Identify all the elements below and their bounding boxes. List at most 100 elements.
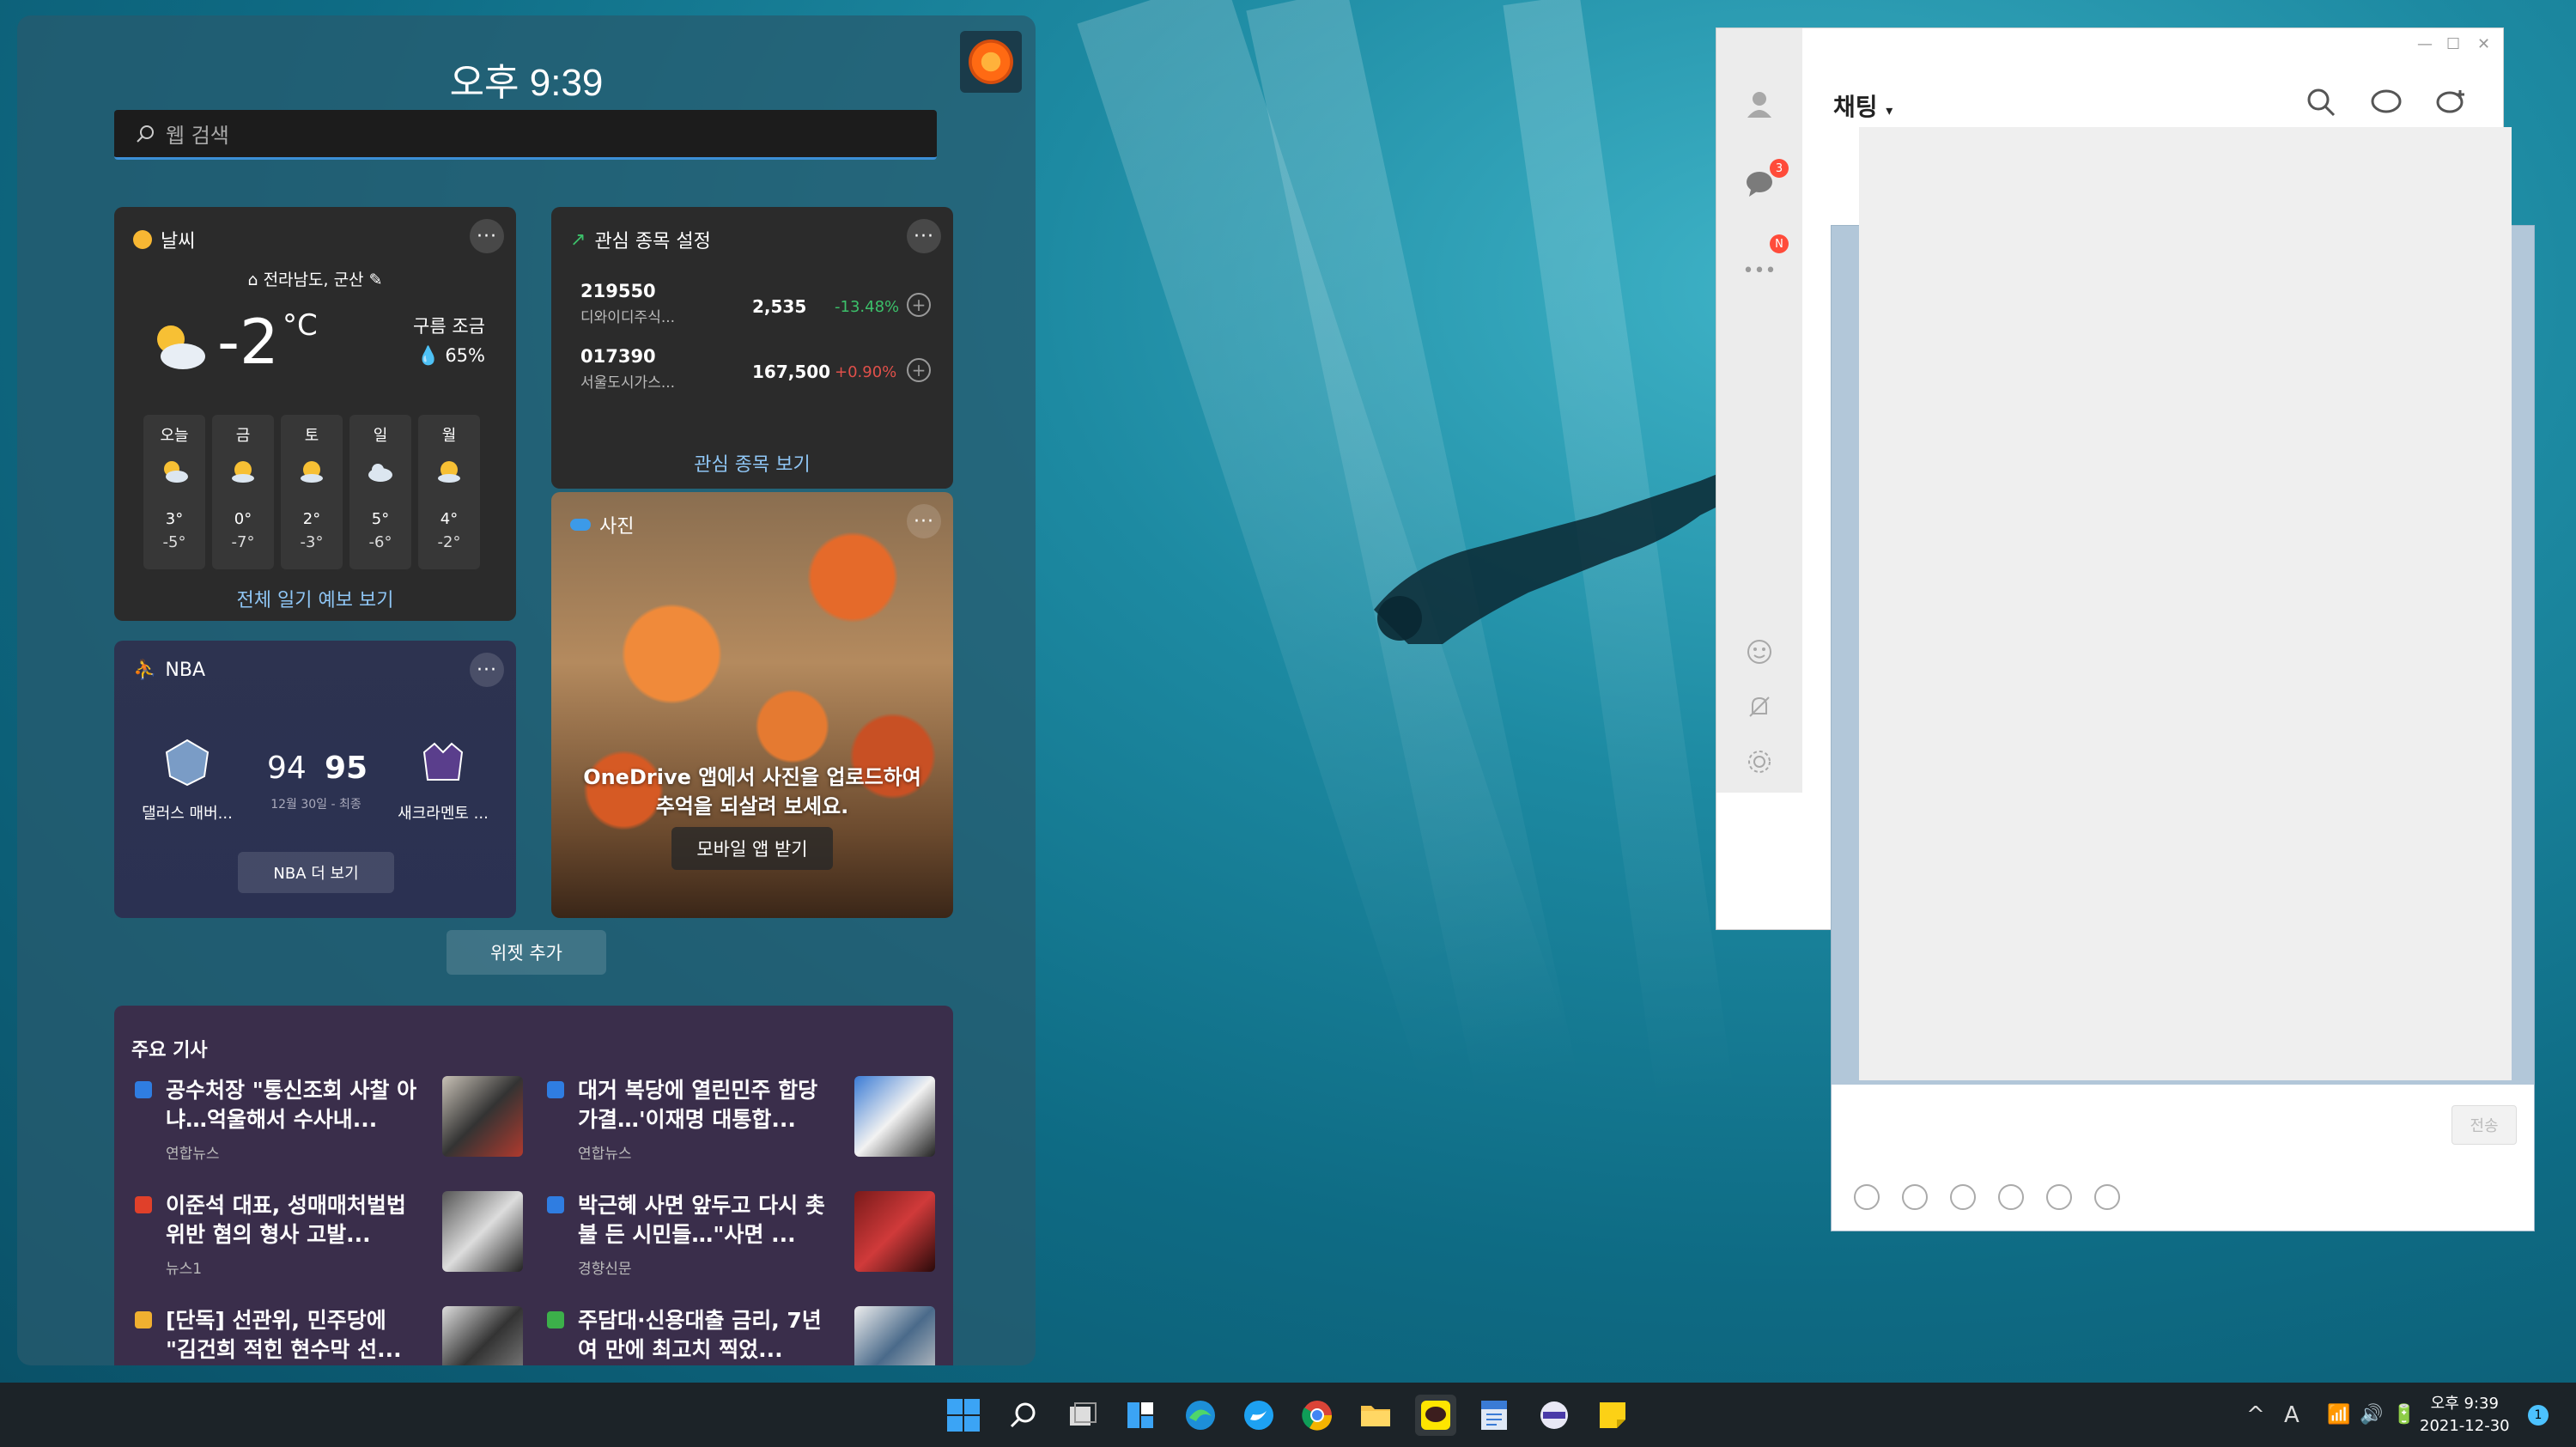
kakaotalk-sidebar: 3 ••• N [1716, 28, 1802, 793]
more-options-icon[interactable]: ··· [470, 653, 504, 687]
task-view-icon[interactable] [1061, 1395, 1103, 1436]
stock-row[interactable]: 017390 서울도시가스... 167,500 +0.90% + [580, 346, 933, 396]
maximize-button[interactable]: ☐ [2446, 35, 2460, 53]
forecast-day[interactable]: 금 0° -7° [212, 415, 274, 569]
onedrive-cloud-icon [570, 519, 591, 531]
emoticon-icon[interactable] [1854, 1184, 1880, 1210]
emoticon-icon[interactable] [1742, 635, 1777, 669]
mavericks-logo-icon [165, 739, 210, 787]
schedule-icon[interactable] [1998, 1184, 2024, 1210]
forecast-row: 오늘 3° -5° 금 0° -7° 토 2° -3° 일 5° -6° 월 4° -2° [143, 415, 480, 569]
search-icon[interactable] [1003, 1395, 1044, 1436]
home-team[interactable]: 댈러스 매버... [131, 737, 243, 824]
user-avatar[interactable] [960, 31, 1022, 93]
kings-logo-icon [422, 742, 464, 781]
full-forecast-link[interactable]: 전체 일기 예보 보기 [114, 585, 516, 612]
panel-clock: 오후 9:39 [449, 62, 604, 104]
more-new-badge: N [1770, 234, 1789, 253]
news-thumbnail [854, 1076, 935, 1157]
capture-icon[interactable] [2094, 1184, 2120, 1210]
get-mobile-app-button[interactable]: 모바일 앱 받기 [671, 827, 833, 870]
stock-row[interactable]: 219550 디와이디주식... 2,535 -13.48% + [580, 281, 933, 331]
web-search-input[interactable]: 웹 검색 [114, 110, 937, 160]
basketball-player-icon: ⛹ [133, 660, 157, 681]
send-button[interactable]: 전송 [2451, 1105, 2517, 1145]
show-hidden-icons-button[interactable]: ^ [2246, 1383, 2265, 1447]
news-thumbnail [854, 1191, 935, 1272]
battery-icon[interactable]: 🔋 [2392, 1383, 2415, 1447]
wifi-icon[interactable]: 📶 [2327, 1383, 2350, 1447]
search-icon [137, 125, 154, 143]
news-story[interactable]: 박근혜 사면 앞두고 다시 촛불 든 시민들…"사면 ... 경향신문 [544, 1191, 935, 1286]
temperature-unit[interactable]: °C [283, 308, 318, 343]
news-widget: 주요 기사 공수처장 "통신조회 사찰 아냐…억울해서 수사내... 연합뉴스 … [114, 1006, 953, 1365]
more-dots-icon[interactable]: ••• [1742, 253, 1777, 288]
search-placeholder: 웹 검색 [166, 124, 229, 148]
news-source-icon [547, 1311, 564, 1328]
photos-title: 사진 [570, 511, 634, 538]
home-score: 94 [267, 751, 307, 786]
taskbar-clock[interactable]: 오후 9:39 2021-12-30 [2420, 1393, 2510, 1438]
kyunghyang-icon [547, 1196, 564, 1213]
notification-bell-icon[interactable] [1742, 690, 1777, 724]
ime-indicator[interactable]: A [2284, 1383, 2300, 1447]
weather-location[interactable]: ⌂ 전라남도, 군산 ✎ [114, 267, 516, 290]
new-chat-icon[interactable] [2434, 85, 2469, 119]
chrome-icon[interactable] [1297, 1395, 1338, 1436]
away-team[interactable]: 새크라멘토 ... [387, 737, 499, 824]
sticky-notes-icon[interactable] [1592, 1395, 1633, 1436]
search-icon[interactable] [2304, 85, 2338, 119]
view-stocks-link[interactable]: 관심 종목 보기 [551, 449, 953, 477]
settings-gear-icon[interactable] [1742, 745, 1777, 779]
hwp-document-icon[interactable] [1473, 1395, 1515, 1436]
more-options-icon[interactable]: ··· [907, 219, 941, 253]
call-icon[interactable] [1950, 1184, 1976, 1210]
open-chat-icon[interactable] [2369, 85, 2403, 119]
widgets-icon[interactable] [1120, 1395, 1161, 1436]
stocks-widget[interactable]: ↗ 관심 종목 설정 ··· 219550 디와이디주식... 2,535 -1… [551, 207, 953, 489]
stocks-title: ↗ 관심 종목 설정 [570, 228, 711, 253]
news-thumbnail [442, 1076, 523, 1157]
news-source-icon [135, 1311, 152, 1328]
cloud-icon [368, 464, 392, 482]
volume-icon[interactable]: 🔊 [2360, 1383, 2383, 1447]
news-story[interactable]: 이준석 대표, 성매매처벌법 위반 혐의 형사 고발... 뉴스1 [131, 1191, 523, 1286]
news-story[interactable]: 대거 복당에 열린민주 합당 가결…'이재명 대통합... 연합뉴스 [544, 1076, 935, 1170]
news-story[interactable]: 공수처장 "통신조회 사찰 아냐…억울해서 수사내... 연합뉴스 [131, 1076, 523, 1170]
friends-icon[interactable] [1742, 87, 1777, 121]
start-windows-icon[interactable] [943, 1395, 984, 1436]
news-story[interactable]: [단독] 선관위, 민주당에 "김건희 적힌 현수막 선... [131, 1306, 523, 1365]
chat-toolbar [2304, 85, 2469, 119]
forecast-day[interactable]: 토 2° -3° [281, 415, 343, 569]
minimize-button[interactable]: — [2417, 35, 2433, 53]
app-icon[interactable] [1534, 1395, 1575, 1436]
more-options-icon[interactable]: ··· [907, 504, 941, 538]
weather-widget[interactable]: 날씨 ··· ⌂ 전라남도, 군산 ✎ -2 °C 구름 조금 💧 65% 오늘… [114, 207, 516, 621]
add-stock-icon[interactable]: + [907, 358, 931, 382]
nba-more-button[interactable]: NBA 더 보기 [238, 852, 394, 893]
forecast-day[interactable]: 일 5° -6° [349, 415, 411, 569]
twitter-bird-icon[interactable] [1238, 1395, 1279, 1436]
forecast-day[interactable]: 월 4° -2° [418, 415, 480, 569]
news-heading: 주요 기사 [131, 1040, 208, 1061]
more-options-icon[interactable]: ··· [470, 219, 504, 253]
forecast-day[interactable]: 오늘 3° -5° [143, 415, 205, 569]
photos-message: OneDrive 앱에서 사진을 업로드하여 추억을 되살려 보세요. [583, 765, 921, 818]
photos-widget[interactable]: 사진 ··· OneDrive 앱에서 사진을 업로드하여 추억을 되살려 보세… [551, 492, 953, 918]
widgets-panel: 오후 9:39 웹 검색 날씨 ··· ⌂ 전라남도, 군산 ✎ -2 °C 구… [17, 15, 1036, 1365]
kakaotalk-icon[interactable] [1415, 1395, 1456, 1436]
news-thumbnail [854, 1306, 935, 1365]
edge-icon[interactable] [1180, 1395, 1221, 1436]
nba-widget[interactable]: ⛹ NBA ··· 댈러스 매버... 94 95 12월 30일 - 최종 새… [114, 641, 516, 918]
add-stock-icon[interactable]: + [907, 293, 931, 317]
chats-title-dropdown[interactable]: 채팅 ▾ [1833, 88, 1893, 123]
stocks-trend-icon: ↗ [570, 228, 586, 251]
attach-file-icon[interactable] [1902, 1184, 1928, 1210]
close-button[interactable]: ✕ [2477, 35, 2490, 53]
file-explorer-icon[interactable] [1355, 1395, 1396, 1436]
voice-talk-icon[interactable] [2046, 1184, 2072, 1210]
notification-badge[interactable]: 1 [2528, 1405, 2549, 1426]
message-input-area[interactable]: 전송 [1832, 1085, 2534, 1231]
add-widget-button[interactable]: 위젯 추가 [447, 930, 606, 975]
news-story[interactable]: 주담대·신용대출 금리, 7년 여 만에 최고치 찍었... [544, 1306, 935, 1365]
